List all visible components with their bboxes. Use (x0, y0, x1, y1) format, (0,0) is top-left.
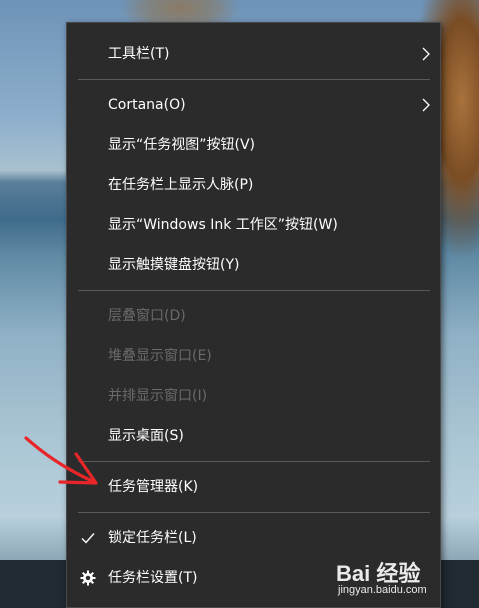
menu-item-show-touch-keyboard-button[interactable]: 显示触摸键盘按钮(Y) (67, 246, 440, 284)
chevron-right-icon (422, 98, 430, 112)
baidu-watermark: Bai 经验 jingyan.baidu.com (336, 552, 476, 602)
menu-separator (78, 290, 430, 291)
menu-item-label: 任务栏设置(T) (108, 570, 198, 586)
menu-item-label: 显示桌面(S) (108, 428, 184, 444)
menu-item-label: 显示“Windows Ink 工作区”按钮(W) (108, 217, 338, 233)
menu-item-label: 堆叠显示窗口(E) (108, 348, 212, 364)
menu-item-task-manager[interactable]: 任务管理器(K) (67, 468, 440, 506)
menu-item-show-people[interactable]: 在任务栏上显示人脉(P) (67, 166, 440, 204)
checkmark-icon (81, 533, 95, 544)
menu-item-cascade-windows: 层叠窗口(D) (67, 297, 440, 335)
menu-item-show-task-view-button[interactable]: 显示“任务视图”按钮(V) (67, 126, 440, 164)
menu-item-label: 在任务栏上显示人脉(P) (108, 177, 254, 193)
watermark-url: jingyan.baidu.com (338, 584, 427, 596)
menu-item-show-windows-ink-button[interactable]: 显示“Windows Ink 工作区”按钮(W) (67, 206, 440, 244)
menu-item-label: Cortana(O) (108, 97, 186, 113)
menu-item-stack-windows: 堆叠显示窗口(E) (67, 337, 440, 375)
taskbar-context-menu: 工具栏(T) Cortana(O) 显示“任务视图”按钮(V) 在任务栏上显示人… (66, 22, 441, 608)
menu-item-label: 任务管理器(K) (108, 479, 199, 495)
menu-item-show-desktop[interactable]: 显示桌面(S) (67, 417, 440, 455)
menu-separator (78, 461, 430, 462)
menu-item-label: 层叠窗口(D) (108, 308, 186, 324)
menu-item-label: 显示“任务视图”按钮(V) (108, 137, 256, 153)
menu-separator (78, 512, 430, 513)
menu-item-label: 并排显示窗口(I) (108, 388, 208, 404)
chevron-right-icon (422, 47, 430, 61)
menu-item-label: 工具栏(T) (108, 46, 170, 62)
menu-item-cortana[interactable]: Cortana(O) (67, 86, 440, 124)
menu-item-label: 锁定任务栏(L) (108, 530, 197, 546)
menu-item-side-by-side-windows: 并排显示窗口(I) (67, 377, 440, 415)
menu-item-toolbars[interactable]: 工具栏(T) (67, 35, 440, 73)
menu-item-label: 显示触摸键盘按钮(Y) (108, 257, 240, 273)
menu-separator (78, 79, 430, 80)
red-arrow-icon (24, 436, 98, 485)
gear-icon (80, 570, 96, 586)
